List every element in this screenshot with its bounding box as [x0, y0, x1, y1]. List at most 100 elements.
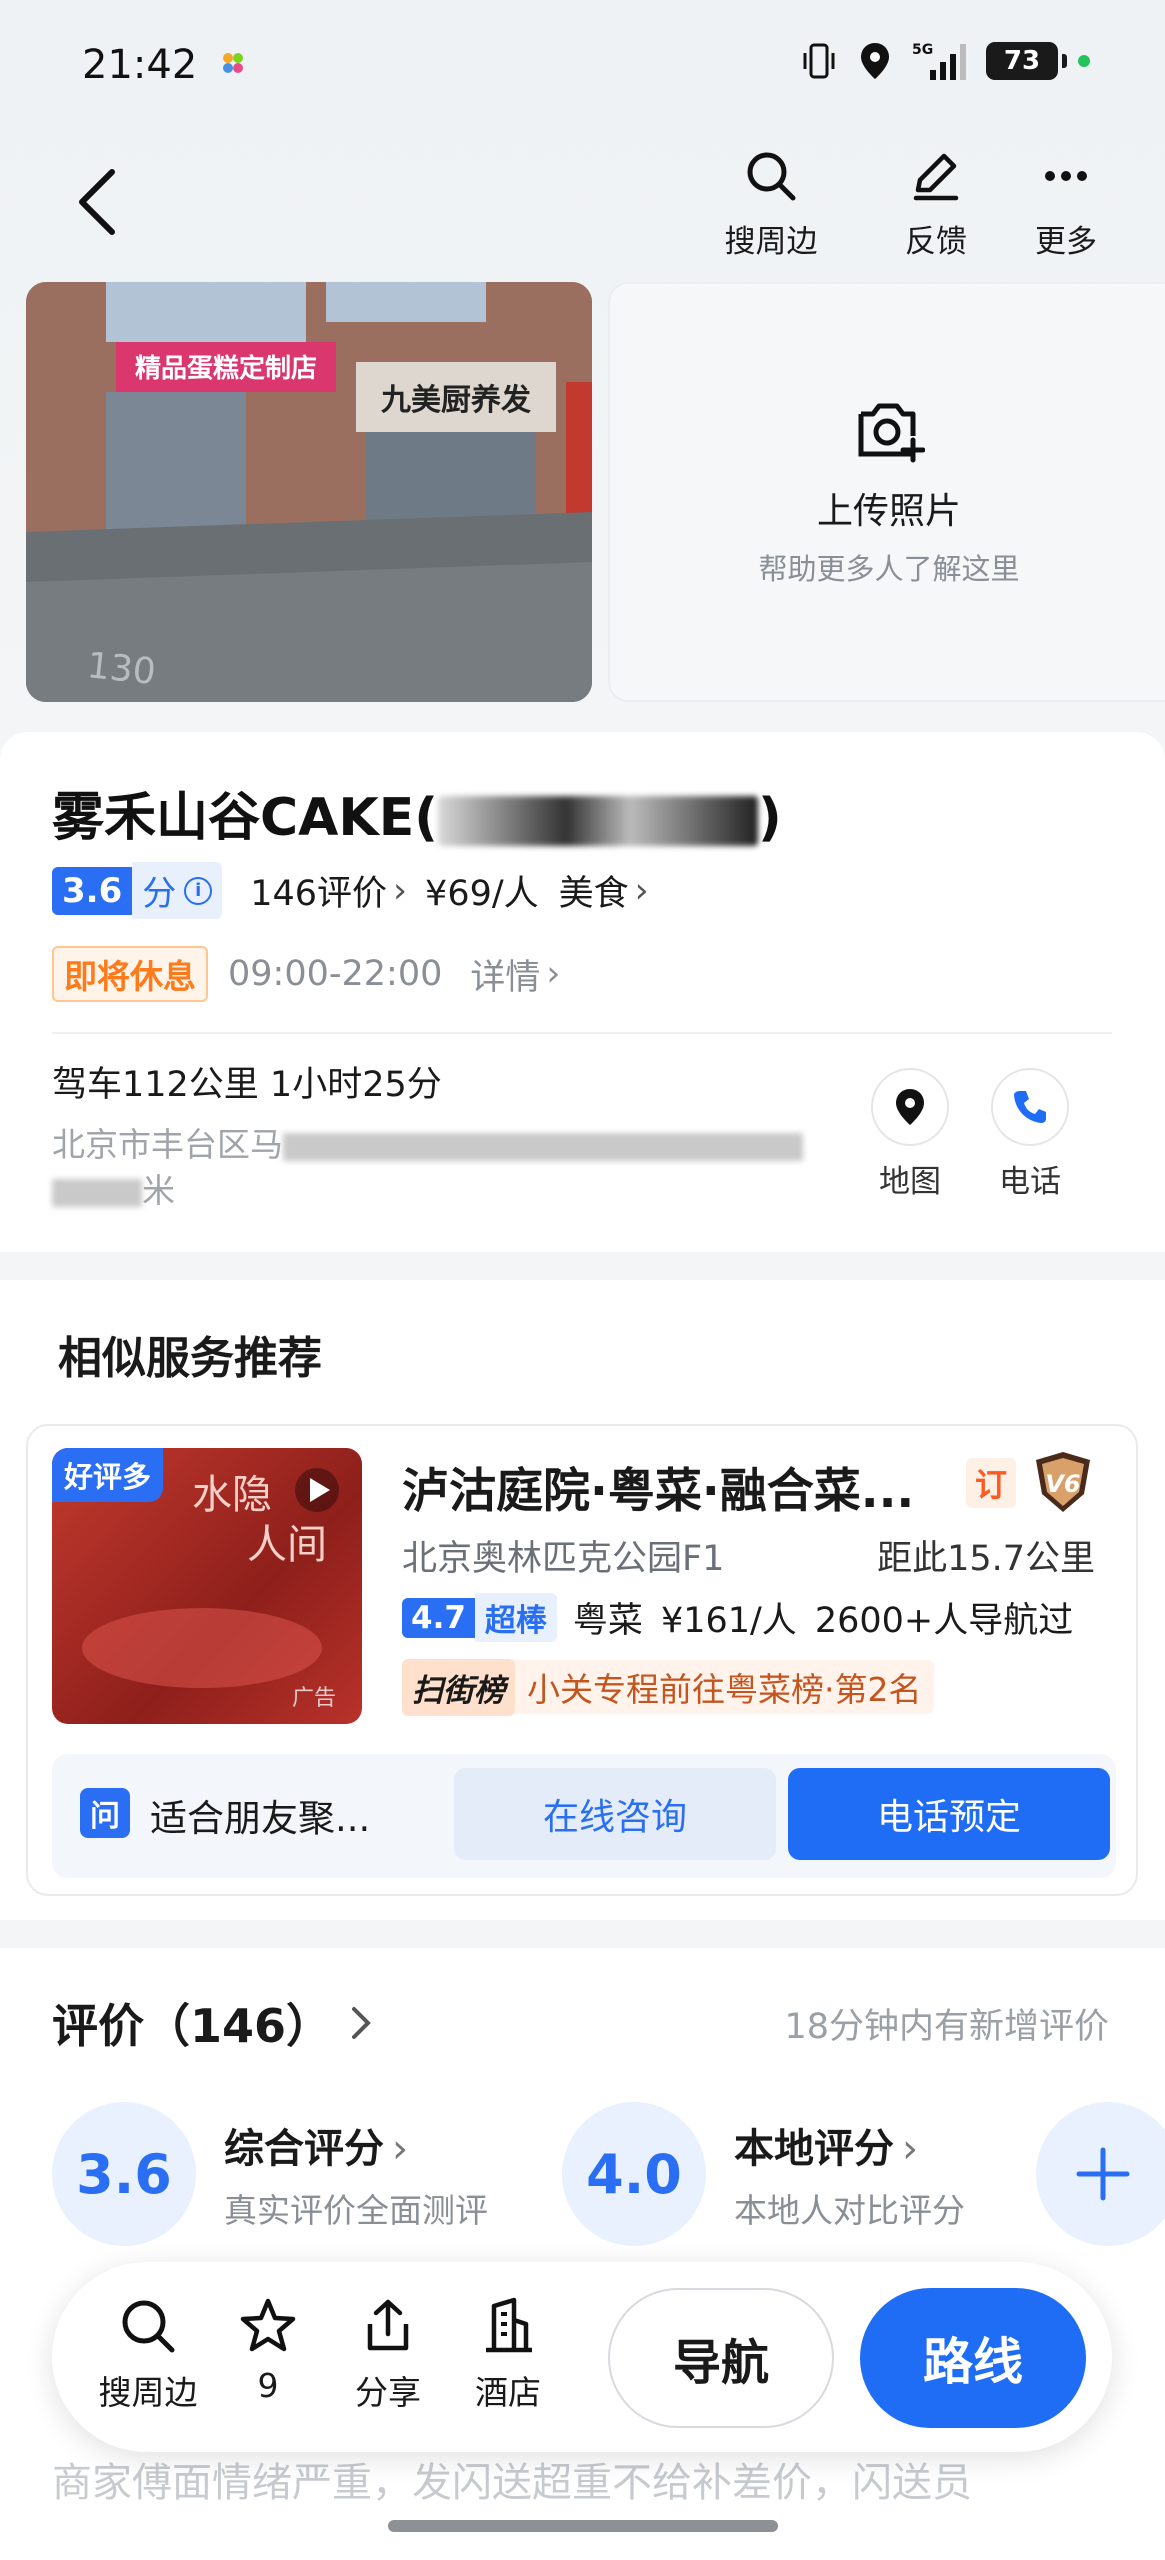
overall-score: 3.6 [52, 2102, 196, 2246]
poi-title-prefix: 雾禾山谷CAKE( [52, 788, 438, 848]
poi-score-row[interactable]: 3.6 分i 146评价 › ¥69/人 美食 › [52, 862, 667, 919]
back-button[interactable] [68, 160, 132, 244]
good-review-tag: 好评多 [52, 1448, 164, 1502]
question-text[interactable]: 适合朋友聚... [150, 1788, 370, 1842]
hotel-icon [486, 2297, 532, 2353]
share-label: 分享 [355, 2373, 421, 2412]
map-label: 地图 [879, 1164, 941, 1200]
poi-category[interactable]: 美食 [559, 865, 629, 916]
poi-title-suffix: ) [758, 788, 782, 848]
poi-title: 雾禾山谷CAKE() [52, 775, 782, 850]
similar-cuisine: 粤菜 [572, 1601, 643, 1641]
redacted-text [283, 1132, 803, 1161]
image-text-2: 人间 [247, 1522, 327, 1568]
poi-address[interactable]: 北京市丰台区马 米 [52, 1122, 832, 1214]
more-icon [1045, 171, 1087, 181]
bottom-search-button[interactable]: 搜周边 [88, 2296, 208, 2414]
poi-hours-row[interactable]: 即将休息 09:00-22:00 详情 › [52, 946, 578, 1002]
chevron-right-icon: › [392, 2126, 408, 2172]
navigate-button[interactable]: 导航 [608, 2288, 834, 2428]
share-icon [367, 2299, 409, 2351]
local-score-title-row: 本地评分 › [734, 2116, 965, 2174]
similar-score: 4.7 [402, 1597, 475, 1638]
chevron-right-icon: › [393, 870, 408, 911]
chevron-right-icon: › [634, 870, 649, 911]
phone-icon [1014, 1091, 1046, 1123]
redacted-text [438, 796, 758, 846]
app-notification-icon [218, 48, 248, 78]
address-start: 北京市丰台区马 [52, 1125, 283, 1164]
similar-location: 北京奥林匹克公园F1 [402, 1539, 725, 1579]
question-icon: 问 [80, 1788, 130, 1838]
poi-price: ¥69/人 [425, 874, 539, 914]
storefront-photo[interactable]: 精品蛋糕定制店 九美厨养发 130 [26, 282, 592, 702]
info-icon[interactable]: i [184, 876, 213, 905]
favorite-count: 9 [257, 2366, 279, 2405]
v6-badge-icon: V6 [1030, 1450, 1096, 1514]
edit-icon [913, 153, 959, 201]
share-button[interactable]: 分享 [328, 2296, 448, 2414]
hotel-label: 酒店 [475, 2373, 541, 2412]
poi-score-unit: 分i [132, 862, 223, 919]
bottom-search-label: 搜周边 [98, 2373, 198, 2412]
online-consult-button[interactable]: 在线咨询 [454, 1768, 776, 1860]
poi-score: 3.6 [52, 866, 133, 915]
plus-icon [1076, 2147, 1130, 2201]
feedback-button[interactable]: 反馈 [876, 148, 996, 261]
rank-text: 小关专程前往粤菜榜·第2名 [527, 1670, 922, 1709]
status-badge: 即将休息 [52, 946, 208, 1002]
review-snippet: 商家傅面情绪严重，发闪送超重不给补差价，闪送员 [52, 2460, 972, 2506]
favorite-button[interactable]: 9 [208, 2296, 328, 2405]
map-button[interactable]: 地图 [860, 1068, 960, 1201]
location-icon [861, 43, 889, 79]
similar-score-row: 4.7 超棒 粤菜 ¥161/人 2600+人导航过 [402, 1592, 1073, 1643]
level-badge-text: V6 [1045, 1470, 1080, 1498]
upload-photo-card[interactable]: 上传照片 帮助更多人了解这里 [608, 282, 1165, 702]
ad-tag: 广告 [292, 1686, 337, 1711]
network-label: 5G [912, 42, 933, 58]
poi-review-count[interactable]: 146评价 [250, 865, 387, 916]
more-button[interactable]: 更多 [1006, 148, 1126, 261]
local-score-title: 本地评分 [734, 2126, 894, 2172]
chevron-right-icon: › [546, 954, 561, 994]
route-button[interactable]: 路线 [860, 2288, 1086, 2428]
vibrate-icon [803, 43, 835, 79]
status-time: 21:42 [82, 42, 198, 88]
reviews-heading[interactable]: 评价（146） [52, 1990, 374, 2056]
address-end: 米 [142, 1171, 175, 1210]
similar-nav-count: 2600+人导航过 [814, 1601, 1074, 1641]
more-label: 更多 [1035, 224, 1097, 260]
home-indicator[interactable] [388, 2520, 778, 2532]
rank-logo: 扫街榜 [402, 1658, 515, 1716]
phone-label: 电话 [999, 1164, 1061, 1200]
phone-booking-button[interactable]: 电话预定 [788, 1768, 1110, 1860]
phone-button[interactable]: 电话 [980, 1068, 1080, 1201]
ground-number: 130 [85, 645, 158, 693]
similar-distance: 距此15.7公里 [877, 1539, 1095, 1579]
similar-name[interactable]: 泸沽庭院·粤菜·融合菜... [402, 1452, 914, 1521]
similar-price: ¥161/人 [660, 1601, 797, 1641]
signal-icon: 5G [912, 42, 966, 80]
top-search-label: 搜周边 [724, 224, 818, 260]
overall-score-title: 综合评分 [224, 2126, 384, 2172]
upload-subtitle: 帮助更多人了解这里 [758, 552, 1020, 586]
local-score-block[interactable]: 4.0 本地评分 › 本地人对比评分 [562, 2102, 965, 2246]
drive-info: 驾车112公里 1小时25分 [52, 1065, 442, 1105]
reviews-title: 评价（146） [52, 1999, 333, 2053]
image-text-1: 水隐 [192, 1472, 272, 1518]
redacted-text [52, 1178, 142, 1207]
hours-details-link[interactable]: 详情 [470, 949, 540, 1000]
poi-hours: 09:00-22:00 [228, 954, 443, 994]
overall-score-block[interactable]: 3.6 综合评分 › 真实评价全面测评 [52, 2102, 488, 2246]
star-icon [240, 2298, 296, 2352]
similar-heading: 相似服务推荐 [58, 1333, 322, 1384]
storefront-sign-1: 精品蛋糕定制店 [135, 353, 317, 384]
overall-score-subtitle: 真实评价全面测评 [224, 2191, 488, 2230]
top-search-button[interactable]: 搜周边 [711, 148, 831, 261]
divider [52, 1032, 1112, 1034]
map-pin-icon [896, 1089, 924, 1125]
rank-banner[interactable]: 扫街榜 小关专程前往粤菜榜·第2名 [402, 1658, 934, 1716]
hotel-button[interactable]: 酒店 [448, 2296, 568, 2414]
status-icons: 5G 73 [800, 40, 1090, 82]
chevron-right-icon: › [902, 2126, 918, 2172]
